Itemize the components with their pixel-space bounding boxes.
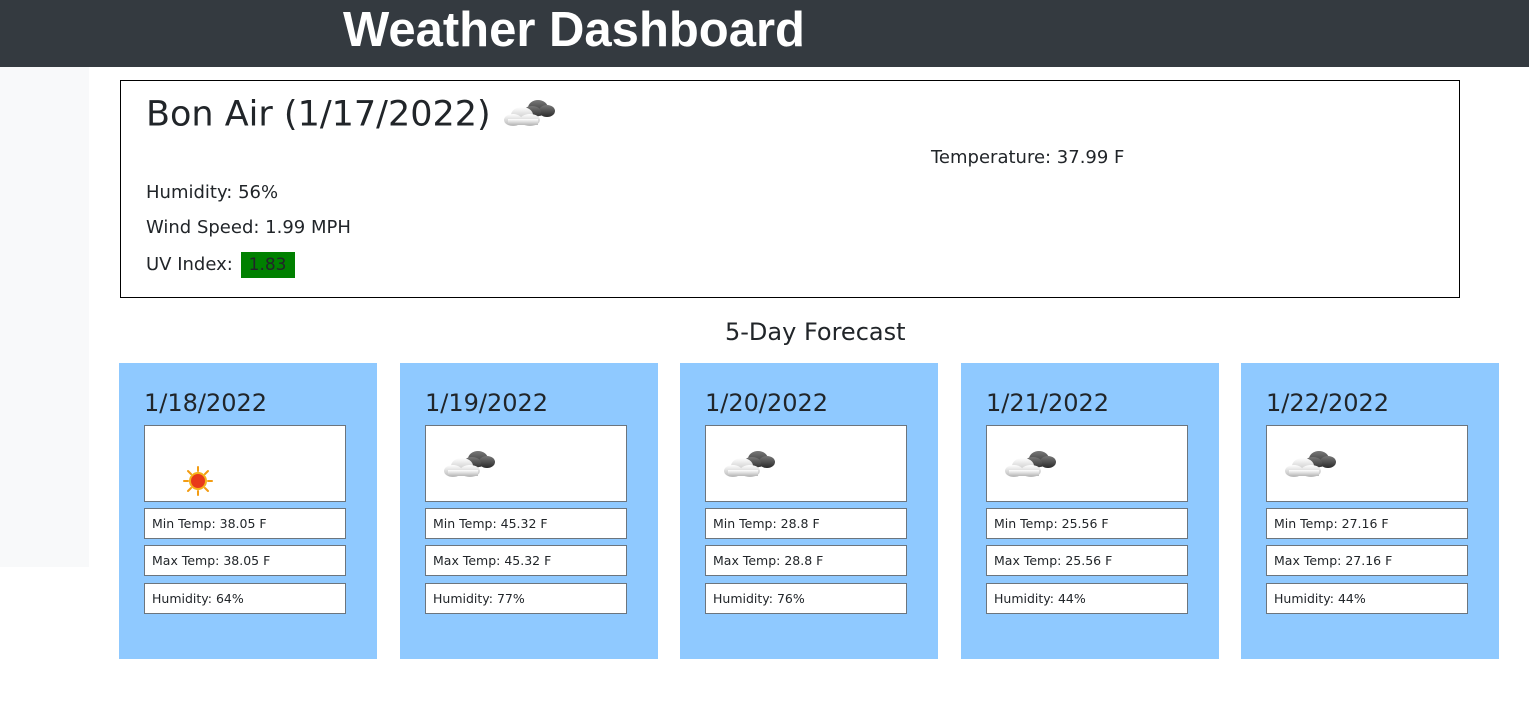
- forecast-max-temp: Max Temp: 27.16 F: [1266, 545, 1468, 576]
- forecast-icon-box: [425, 425, 627, 502]
- sun-svg: [183, 466, 213, 496]
- forecast-icon-box: [986, 425, 1188, 502]
- current-humidity: Humidity: 56%: [146, 182, 279, 203]
- forecast-icon-box: [1266, 425, 1468, 502]
- forecast-min-temp: Min Temp: 38.05 F: [144, 508, 346, 539]
- forecast-card: 1/19/2022 Min Temp: 45.32 F Max Temp: 45.3…: [400, 363, 658, 659]
- forecast-date: 1/19/2022: [425, 389, 549, 417]
- forecast-icon-box: [144, 425, 346, 502]
- uv-index-badge: 1.83: [240, 252, 295, 278]
- sidebar: [0, 67, 89, 567]
- page-title: Weather Dashboard: [343, 3, 805, 57]
- uv-index-label: UV Index:: [146, 254, 233, 275]
- forecast-max-temp: Max Temp: 38.05 F: [144, 545, 346, 576]
- forecast-humidity: Humidity: 44%: [986, 583, 1188, 614]
- forecast-icon-box: [705, 425, 907, 502]
- forecast-humidity: Humidity: 76%: [705, 583, 907, 614]
- forecast-card: 1/22/2022 Min Temp: 27.16 F Max Temp: 27.1…: [1241, 363, 1499, 659]
- forecast-min-temp: Min Temp: 45.32 F: [425, 508, 627, 539]
- forecast-date: 1/20/2022: [705, 389, 829, 417]
- forecast-card: 1/18/2022 Min Temp: 38.05 F Max Temp: 38.0…: [119, 363, 377, 659]
- forecast-max-temp: Max Temp: 28.8 F: [705, 545, 907, 576]
- forecast-title: 5-Day Forecast: [725, 318, 906, 346]
- forecast-min-temp: Min Temp: 25.56 F: [986, 508, 1188, 539]
- forecast-date: 1/21/2022: [986, 389, 1110, 417]
- forecast-date: 1/18/2022: [144, 389, 268, 417]
- current-weather-panel: Bon Air (1/17/2022) Temperature: 37.99 F…: [120, 80, 1460, 298]
- forecast-card: 1/20/2022 Min Temp: 28.8 F Max Temp: 28.8 …: [680, 363, 938, 659]
- forecast-date: 1/22/2022: [1266, 389, 1390, 417]
- forecast-humidity: Humidity: 44%: [1266, 583, 1468, 614]
- forecast-max-temp: Max Temp: 25.56 F: [986, 545, 1188, 576]
- header: Weather Dashboard: [0, 0, 1529, 67]
- current-temperature: Temperature: 37.99 F: [931, 147, 1125, 168]
- city-date-title: Bon Air (1/17/2022): [146, 94, 491, 135]
- current-uv-index: UV Index: 1.83: [146, 252, 295, 278]
- forecast-max-temp: Max Temp: 45.32 F: [425, 545, 627, 576]
- current-wind-speed: Wind Speed: 1.99 MPH: [146, 217, 351, 238]
- forecast-card: 1/21/2022 Min Temp: 25.56 F Max Temp: 25.5…: [961, 363, 1219, 659]
- forecast-humidity: Humidity: 64%: [144, 583, 346, 614]
- current-weather-heading: Bon Air (1/17/2022): [146, 93, 558, 138]
- forecast-min-temp: Min Temp: 27.16 F: [1266, 508, 1468, 539]
- forecast-humidity: Humidity: 77%: [425, 583, 627, 614]
- forecast-min-temp: Min Temp: 28.8 F: [705, 508, 907, 539]
- cloud-icon: [502, 93, 558, 138]
